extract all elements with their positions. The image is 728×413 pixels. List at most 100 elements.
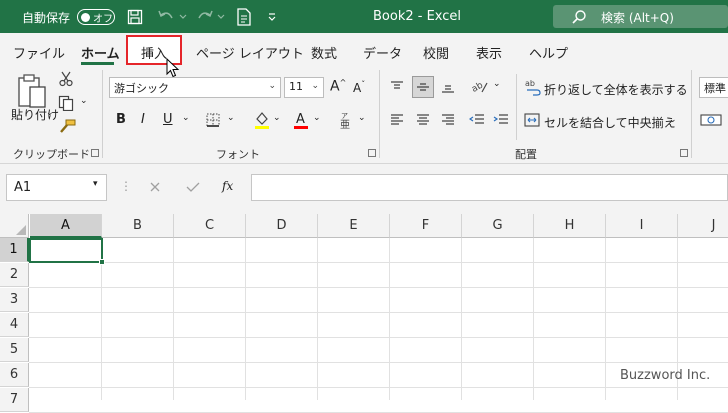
row-header-3[interactable]: 3 <box>0 288 29 312</box>
toggle-knob <box>81 12 90 22</box>
undo-icon[interactable] <box>156 7 176 27</box>
decrease-indent-icon[interactable] <box>468 111 486 129</box>
merge-center-icon[interactable] <box>524 112 540 128</box>
wrap-text-icon[interactable]: ab <box>524 77 542 97</box>
toggle-state-label: オフ <box>93 14 113 25</box>
row-header-6[interactable]: 6 <box>0 363 29 387</box>
alignment-group-label: 配置 <box>515 148 537 161</box>
currency-format-icon[interactable] <box>700 112 722 128</box>
tab-help[interactable]: ヘルプ <box>529 43 568 62</box>
copy-dropdown-icon[interactable]: ⌄ <box>80 96 88 106</box>
wrap-text-button[interactable]: 折り返して全体を表示する <box>544 81 688 98</box>
save-icon[interactable] <box>125 7 145 27</box>
font-size-combo[interactable]: 11 ⌄ <box>284 77 324 98</box>
underline-button[interactable]: U <box>163 112 173 127</box>
align-bottom-icon[interactable] <box>439 78 457 96</box>
redo-dropdown-icon[interactable] <box>216 7 226 27</box>
name-box-value: A1 <box>14 180 32 195</box>
row-header-4[interactable]: 4 <box>0 313 29 337</box>
tab-insert[interactable]: 挿入 <box>141 43 167 62</box>
merge-dropdown-icon[interactable]: ⌄ <box>669 115 677 125</box>
tab-page-layout[interactable]: ページ レイアウト <box>196 43 304 62</box>
font-name-dropdown-icon[interactable]: ⌄ <box>268 81 276 91</box>
search-box[interactable]: 検索 (Alt+Q) <box>553 5 728 28</box>
tab-file[interactable]: ファイル <box>13 43 65 62</box>
document-icon[interactable] <box>234 7 254 27</box>
fill-color-dropdown-icon[interactable]: ⌄ <box>273 113 281 123</box>
tab-review[interactable]: 校閲 <box>423 43 449 62</box>
customize-toolbar-icon[interactable] <box>262 7 282 27</box>
tab-data[interactable]: データ <box>363 43 402 62</box>
column-header-i[interactable]: I <box>606 214 678 238</box>
orientation-dropdown-icon[interactable]: ⌄ <box>493 79 501 89</box>
tab-view[interactable]: 表示 <box>476 43 502 62</box>
tab-home[interactable]: ホーム <box>81 43 120 62</box>
autosave-toggle[interactable]: オフ <box>77 9 115 25</box>
column-header-b[interactable]: B <box>102 214 174 238</box>
formula-bar-grip-icon: ⋮ <box>120 179 132 193</box>
align-left-icon[interactable] <box>388 111 406 129</box>
alignment-launcher-icon[interactable] <box>680 149 688 157</box>
confirm-entry-icon[interactable] <box>185 180 201 194</box>
svg-text:亜: 亜 <box>340 120 350 130</box>
number-format-combo[interactable]: 標準 <box>699 77 728 98</box>
insert-function-icon[interactable]: fx <box>222 179 233 193</box>
row-header-2[interactable]: 2 <box>0 263 29 287</box>
phonetic-dropdown-icon[interactable]: ⌄ <box>358 113 366 123</box>
fill-color-icon[interactable] <box>253 110 271 130</box>
cancel-entry-icon[interactable] <box>148 180 162 194</box>
align-middle-icon[interactable] <box>412 76 434 98</box>
column-header-a[interactable]: A <box>30 214 102 238</box>
row-header-5[interactable]: 5 <box>0 338 29 362</box>
column-header-f[interactable]: F <box>390 214 462 238</box>
undo-dropdown-icon[interactable] <box>178 7 188 27</box>
phonetic-icon[interactable]: ア亜 <box>338 110 352 130</box>
column-header-g[interactable]: G <box>462 214 534 238</box>
font-size-dropdown-icon[interactable]: ⌄ <box>311 81 319 91</box>
paste-dropdown-icon[interactable]: ⌄ <box>46 108 54 118</box>
underline-dropdown-icon[interactable]: ⌄ <box>182 113 190 123</box>
format-painter-icon[interactable] <box>58 119 76 135</box>
align-center-icon[interactable] <box>414 111 432 129</box>
column-header-c[interactable]: C <box>174 214 246 238</box>
ribbon: 貼り付け ⌄ ⌄ クリップボード 游ゴシック ⌄ 11 ⌄ A^ Aˇ B I U … <box>0 66 728 164</box>
font-launcher-icon[interactable] <box>368 149 376 157</box>
row-gridline <box>29 262 728 263</box>
group-divider <box>516 74 517 140</box>
increase-indent-icon[interactable] <box>492 111 510 129</box>
align-top-icon[interactable] <box>388 78 406 96</box>
borders-icon[interactable] <box>205 112 221 128</box>
fill-handle[interactable] <box>99 259 105 265</box>
orientation-icon[interactable]: ab <box>470 77 490 97</box>
ribbon-tabs: ファイル ホーム ページ レイアウト 数式 データ 校閲 表示 ヘルプ <box>0 33 728 66</box>
borders-dropdown-icon[interactable]: ⌄ <box>227 113 235 123</box>
tab-formulas[interactable]: 数式 <box>311 43 337 62</box>
column-header-e[interactable]: E <box>318 214 390 238</box>
bold-button[interactable]: B <box>116 112 126 127</box>
font-color-dropdown-icon[interactable]: ⌄ <box>313 113 321 123</box>
formula-input[interactable] <box>251 174 728 201</box>
decrease-font-icon[interactable]: Aˇ <box>353 80 365 95</box>
row-header-1[interactable]: 1 <box>0 238 29 262</box>
align-right-icon[interactable] <box>439 111 457 129</box>
font-color-icon[interactable]: A <box>292 110 310 130</box>
font-name-combo[interactable]: 游ゴシック ⌄ <box>109 77 281 98</box>
clipboard-launcher-icon[interactable] <box>91 149 99 157</box>
name-box-dropdown-icon[interactable]: ▾ <box>93 179 98 189</box>
worksheet-grid[interactable]: ABCDEFGHIJ 1234567 <box>0 214 728 413</box>
select-all-button[interactable] <box>0 214 29 238</box>
column-header-d[interactable]: D <box>246 214 318 238</box>
column-gridline <box>605 238 606 400</box>
redo-icon[interactable] <box>195 7 215 27</box>
cut-icon[interactable] <box>58 71 74 87</box>
merge-center-button[interactable]: セルを結合して中央揃え <box>544 114 676 131</box>
italic-button[interactable]: I <box>141 112 145 127</box>
name-box[interactable]: A1 ▾ <box>6 174 107 201</box>
group-divider <box>379 70 380 158</box>
column-header-h[interactable]: H <box>534 214 606 238</box>
selected-cell[interactable] <box>29 238 105 265</box>
increase-font-icon[interactable]: A^ <box>330 78 346 95</box>
column-header-j[interactable]: J <box>678 214 728 238</box>
row-header-7[interactable]: 7 <box>0 388 29 412</box>
copy-icon[interactable] <box>58 95 74 111</box>
